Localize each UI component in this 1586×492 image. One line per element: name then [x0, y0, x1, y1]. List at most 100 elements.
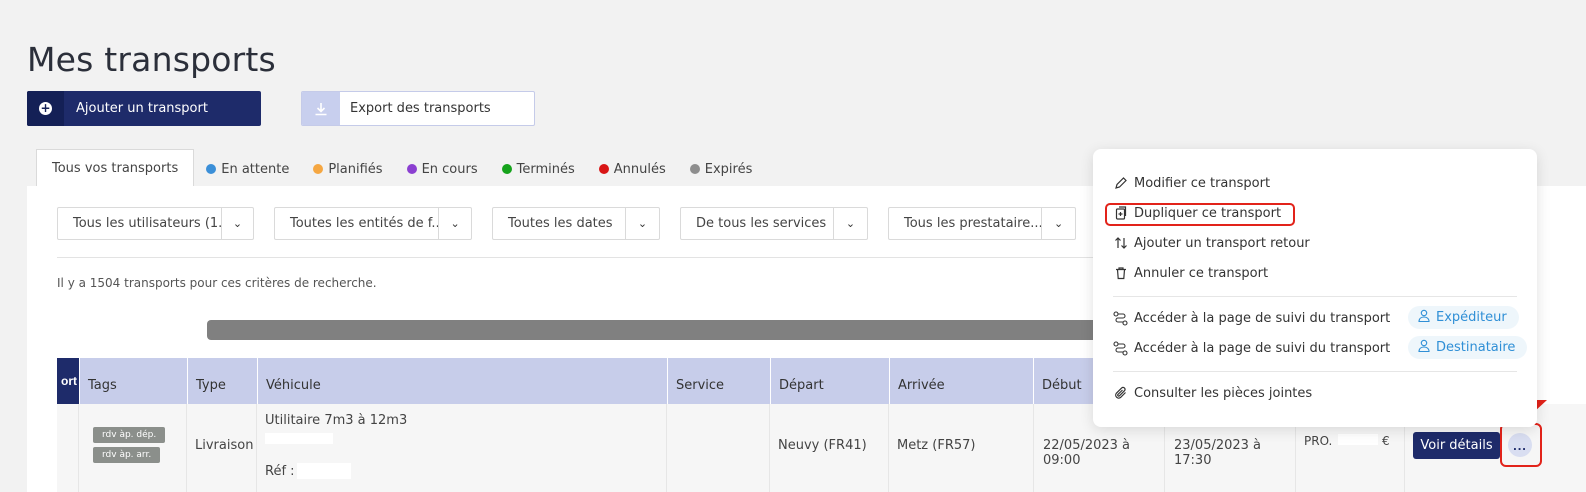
chevron-down-icon: ⌄	[221, 208, 253, 239]
menu-item-label: Ajouter un transport retour	[1134, 235, 1310, 251]
menu-item-label: Annuler ce transport	[1134, 265, 1269, 281]
filter-value: De tous les services	[696, 216, 827, 231]
cell-arrivee: Metz (FR57)	[888, 404, 1033, 492]
table-header: Tags Type Véhicule Service Départ Arrivé…	[57, 358, 1167, 404]
user-icon	[1418, 339, 1430, 356]
badge-label: Destinataire	[1436, 340, 1516, 355]
horizontal-scrollbar[interactable]	[207, 320, 1107, 340]
download-icon	[302, 92, 340, 125]
fin-value: 23/05/2023 à 17:30	[1174, 438, 1262, 468]
page-title: Mes transports	[27, 40, 276, 79]
debut-value: 22/05/2023 à 09:00	[1043, 438, 1131, 468]
tab-cancelled[interactable]: Annulés	[587, 151, 678, 187]
menu-item-label: Accéder à la page de suivi du transport	[1134, 340, 1391, 356]
status-dot-icon	[689, 164, 700, 174]
menu-item-label: Consulter les pièces jointes	[1134, 385, 1313, 401]
highlight-box	[1500, 423, 1542, 467]
paperclip-icon	[1113, 386, 1128, 401]
column-header-service[interactable]: Service	[667, 358, 770, 404]
menu-item-edit[interactable]: Modifier ce transport	[1113, 173, 1270, 193]
tab-completed[interactable]: Terminés	[490, 151, 587, 187]
chevron-down-icon: ⌄	[1041, 208, 1075, 239]
tab-label: Expirés	[704, 161, 753, 177]
export-transports-button[interactable]: Export des transports	[301, 91, 535, 126]
filter-providers-select[interactable]: Tous les prestataire... ⌄	[888, 207, 1076, 240]
tab-label: En attente	[221, 161, 290, 177]
add-transport-button[interactable]: + Ajouter un transport	[27, 91, 261, 126]
menu-item-return-transport[interactable]: Ajouter un transport retour	[1113, 233, 1310, 253]
filter-users-select[interactable]: Tous les utilisateurs (1... ⌄	[57, 207, 254, 240]
cell-type: Livraison	[186, 404, 256, 492]
result-count: Il y a 1504 transports pour ces critères…	[57, 276, 377, 290]
view-details-button[interactable]: Voir détails	[1413, 432, 1500, 459]
price-prefix: PRO.	[1304, 434, 1333, 448]
tag-badge: rdv àp. arr.	[93, 447, 161, 463]
user-icon	[1418, 309, 1430, 326]
sender-badge[interactable]: Expéditeur	[1408, 306, 1519, 329]
menu-divider	[1113, 296, 1517, 297]
ref-label: Réf :	[265, 464, 295, 479]
tab-pending[interactable]: En attente	[194, 151, 301, 187]
column-header-vehicle[interactable]: Véhicule	[257, 358, 667, 404]
tab-label: Annulés	[613, 161, 666, 177]
vehicle-value: Utilitaire 7m3 à 12m3	[265, 413, 408, 428]
tab-label: En cours	[421, 161, 478, 177]
filter-dates-select[interactable]: Toutes les dates ⌄	[492, 207, 660, 240]
swap-arrows-icon	[1113, 236, 1128, 251]
cell-vehicle: Utilitaire 7m3 à 12m3 Réf :	[256, 404, 666, 492]
redacted-block	[1338, 434, 1378, 445]
column-header-tags[interactable]: Tags	[79, 358, 187, 404]
tab-label: Terminés	[516, 161, 575, 177]
status-dot-icon	[598, 164, 609, 174]
menu-item-tracking-recipient[interactable]: Accéder à la page de suivi du transport	[1113, 338, 1390, 358]
redacted-block	[265, 433, 333, 444]
status-dot-icon	[501, 164, 512, 174]
menu-item-attachments[interactable]: Consulter les pièces jointes	[1113, 383, 1312, 403]
column-header-depart[interactable]: Départ	[770, 358, 889, 404]
chevron-down-icon: ⌄	[438, 208, 471, 239]
menu-item-label: Accéder à la page de suivi du transport	[1134, 310, 1391, 326]
filter-entities-select[interactable]: Toutes les entités de f... ⌄	[274, 207, 472, 240]
route-icon	[1113, 340, 1128, 356]
transport-context-menu: Modifier ce transport Dupliquer ce trans…	[1093, 149, 1537, 427]
add-circle-icon: +	[27, 91, 64, 126]
pencil-icon	[1113, 176, 1128, 191]
arrivee-value: Metz (FR57)	[897, 438, 976, 453]
menu-item-label: Modifier ce transport	[1134, 175, 1271, 191]
status-dot-icon	[406, 164, 417, 174]
trash-icon	[1113, 266, 1128, 281]
filter-value: Tous les prestataire...	[904, 216, 1042, 231]
cell-tags: rdv àp. dép. rdv àp. arr.	[78, 404, 186, 492]
menu-item-cancel[interactable]: Annuler ce transport	[1113, 263, 1268, 283]
add-transport-label: Ajouter un transport	[76, 101, 208, 116]
tab-in-progress[interactable]: En cours	[395, 151, 490, 187]
filter-value: Tous les utilisateurs (1...	[73, 216, 221, 231]
export-transports-label: Export des transports	[350, 101, 491, 116]
column-header-arrivee[interactable]: Arrivée	[889, 358, 1033, 404]
column-header-transport-truncated[interactable]: ort	[57, 358, 79, 404]
type-value: Livraison	[195, 438, 254, 453]
recipient-badge[interactable]: Destinataire	[1408, 336, 1528, 359]
status-dot-icon	[313, 164, 324, 174]
cell-depart: Neuvy (FR41)	[769, 404, 888, 492]
menu-item-tracking-sender[interactable]: Accéder à la page de suivi du transport	[1113, 308, 1390, 328]
divider	[57, 257, 1097, 258]
chevron-down-icon: ⌄	[833, 208, 867, 239]
route-icon	[1113, 310, 1128, 326]
menu-divider	[1113, 371, 1517, 372]
tab-expired[interactable]: Expirés	[678, 151, 765, 187]
tab-all[interactable]: Tous vos transports	[36, 149, 195, 187]
status-dot-icon	[206, 164, 217, 174]
highlight-box	[1105, 203, 1295, 226]
filter-value: Toutes les entités de f...	[290, 216, 439, 231]
status-tabs: Tous vos transports En attente Planifiés…	[36, 149, 764, 187]
filter-value: Toutes les dates	[508, 216, 613, 231]
filters-bar: Tous les utilisateurs (1... ⌄ Toutes les …	[57, 207, 1096, 240]
redacted-block	[297, 463, 351, 479]
chevron-down-icon: ⌄	[625, 208, 659, 239]
column-header-type[interactable]: Type	[187, 358, 257, 404]
tab-label: Tous vos transports	[52, 161, 179, 176]
tab-planned[interactable]: Planifiés	[301, 151, 394, 187]
depart-value: Neuvy (FR41)	[778, 438, 867, 453]
filter-services-select[interactable]: De tous les services ⌄	[680, 207, 868, 240]
